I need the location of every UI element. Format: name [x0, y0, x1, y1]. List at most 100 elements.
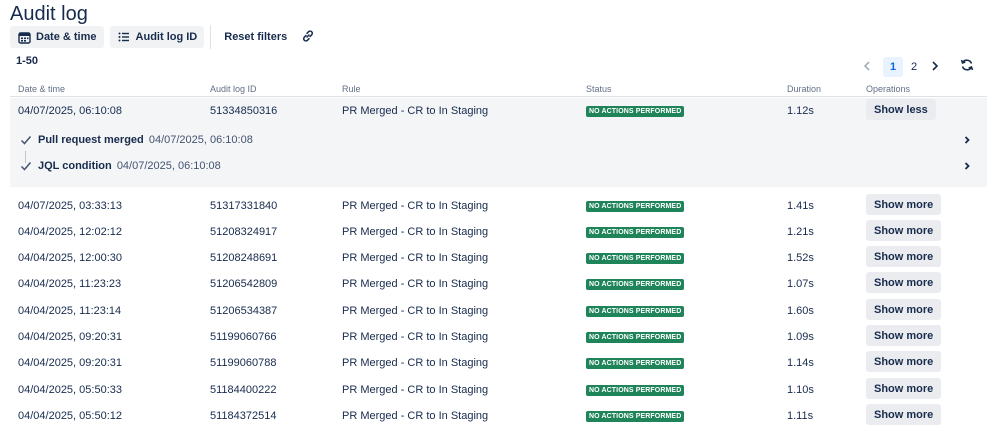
row-rule: PR Merged - CR to In Staging: [342, 357, 489, 369]
row-rule: PR Merged - CR to In Staging: [342, 252, 489, 264]
status-badge: NO ACTIONS PERFORMED: [586, 106, 685, 117]
show-more-button[interactable]: Show more: [866, 378, 942, 399]
chevron-right-icon: [931, 60, 939, 74]
row-date: 04/04/2025, 09:20:31: [18, 357, 122, 369]
show-more-button[interactable]: Show more: [866, 351, 942, 372]
page-1-button[interactable]: 1: [883, 57, 903, 77]
status-badge: NO ACTIONS PERFORMED: [586, 253, 685, 264]
result-range: 1-50: [16, 55, 39, 67]
row-duration: 1.52s: [787, 252, 814, 264]
row-rule: PR Merged - CR to In Staging: [342, 410, 489, 422]
table-row: 04/04/2025, 09:20:31 51199060788 PR Merg…: [10, 350, 987, 376]
row-date: 04/07/2025, 03:33:13: [18, 200, 122, 212]
row-audit-id: 51184400222: [210, 384, 277, 396]
row-duration: 1.10s: [787, 384, 814, 396]
table-row: 04/04/2025, 11:23:23 51206542809 PR Merg…: [10, 271, 987, 297]
row-date: 04/04/2025, 09:20:31: [18, 331, 122, 343]
row-duration: 1.60s: [787, 305, 814, 317]
show-more-button[interactable]: Show more: [866, 246, 942, 267]
toolbar-divider: [210, 25, 212, 49]
table-row: 04/04/2025, 12:02:12 51208324917 PR Merg…: [10, 219, 987, 245]
row-rule: PR Merged - CR to In Staging: [342, 331, 489, 343]
row-rule: PR Merged - CR to In Staging: [342, 226, 489, 238]
page-title: Audit log: [10, 3, 88, 25]
table-row: 04/04/2025, 05:50:33 51184400222 PR Merg…: [10, 377, 987, 403]
row-date: 04/04/2025, 11:23:23: [18, 278, 122, 290]
table-row: 04/07/2025, 03:33:13 51317331840 PR Merg…: [10, 193, 987, 219]
row-audit-id: 51199060766: [210, 331, 277, 343]
status-badge: NO ACTIONS PERFORMED: [586, 201, 685, 212]
chevron-left-icon: [863, 60, 871, 74]
check-icon: [20, 160, 32, 172]
row-rule: PR Merged - CR to In Staging: [342, 278, 489, 290]
row-duration: 1.14s: [787, 357, 814, 369]
next-page-button[interactable]: [925, 57, 945, 77]
status-badge: NO ACTIONS PERFORMED: [586, 227, 685, 238]
row-audit-id: 51208324917: [210, 226, 278, 238]
row-rule: PR Merged - CR to In Staging: [342, 305, 489, 317]
check-icon: [20, 134, 32, 146]
step-name: JQL condition: [38, 160, 112, 172]
status-badge: NO ACTIONS PERFORMED: [586, 306, 685, 317]
show-more-button[interactable]: Show more: [866, 194, 942, 215]
refresh-button[interactable]: [957, 57, 977, 77]
row-date: 04/04/2025, 11:23:14: [18, 305, 122, 317]
show-less-button[interactable]: Show less: [866, 99, 936, 120]
row-audit-id: 51208248691: [210, 252, 278, 264]
show-more-button[interactable]: Show more: [866, 325, 942, 346]
pagination: 1 2: [856, 57, 977, 77]
column-header-operations: Operations: [866, 84, 911, 94]
column-header-date[interactable]: Date & time: [18, 84, 65, 94]
row-date: 04/04/2025, 05:50:33: [18, 384, 122, 396]
reset-filters-button[interactable]: Reset filters: [217, 26, 294, 48]
table-row: 04/04/2025, 09:20:31 51199060766 PR Merg…: [10, 324, 987, 350]
audit-step-item[interactable]: JQL condition 04/07/2025, 06:10:08: [10, 157, 987, 177]
row-date: 04/04/2025, 12:00:30: [18, 252, 122, 264]
status-badge: NO ACTIONS PERFORMED: [586, 279, 685, 290]
status-badge: NO ACTIONS PERFORMED: [586, 411, 685, 422]
row-audit-id: 51317331840: [210, 200, 278, 212]
step-time: 04/07/2025, 06:10:08: [148, 134, 253, 146]
show-more-button[interactable]: Show more: [866, 299, 942, 320]
previous-page-button[interactable]: [857, 57, 877, 77]
show-more-button[interactable]: Show more: [866, 404, 942, 425]
column-header-status[interactable]: Status: [586, 84, 612, 94]
row-audit-id: 51334850316: [210, 105, 278, 117]
copy-link-button[interactable]: [294, 26, 322, 48]
row-date: 04/04/2025, 05:50:12: [18, 410, 122, 422]
column-header-duration[interactable]: Duration: [787, 84, 821, 94]
row-duration: 1.11s: [787, 410, 814, 422]
page-2-button[interactable]: 2: [904, 57, 924, 77]
show-more-button[interactable]: Show more: [866, 220, 942, 241]
row-duration: 1.09s: [787, 331, 814, 343]
audit-log-id-filter-button[interactable]: Audit log ID: [109, 26, 205, 48]
audit-log-id-filter-label: Audit log ID: [135, 31, 198, 43]
row-date: 04/04/2025, 12:02:12: [18, 226, 122, 238]
status-badge: NO ACTIONS PERFORMED: [586, 358, 685, 369]
row-duration: 1.07s: [787, 278, 814, 290]
row-rule: PR Merged - CR to In Staging: [342, 200, 489, 212]
audit-step-item[interactable]: Pull request merged 04/07/2025, 06:10:08: [10, 131, 987, 151]
step-time: 04/07/2025, 06:10:08: [116, 160, 221, 172]
row-audit-id: 51184372514: [210, 410, 277, 422]
chevron-right-icon: [961, 134, 973, 146]
row-rule: PR Merged - CR to In Staging: [342, 105, 489, 117]
refresh-icon: [960, 58, 974, 77]
row-audit-id: 51199060788: [210, 357, 277, 369]
date-time-filter-button[interactable]: Date & time: [10, 26, 104, 48]
row-date: 04/07/2025, 06:10:08: [18, 105, 122, 117]
table-row-expanded: 04/07/2025, 06:10:08 51334850316 PR Merg…: [10, 98, 987, 124]
table-row: 04/04/2025, 05:50:12 51184372514 PR Merg…: [10, 403, 987, 429]
column-header-audit-id[interactable]: Audit log ID: [210, 84, 257, 94]
row-duration: 1.21s: [787, 226, 814, 238]
row-rule: PR Merged - CR to In Staging: [342, 384, 489, 396]
row-audit-id: 51206534387: [210, 305, 278, 317]
chevron-right-icon: [961, 160, 973, 172]
row-duration: 1.41s: [787, 200, 814, 212]
filter-toolbar: Date & time Audit log ID Reset filters: [10, 25, 322, 49]
show-more-button[interactable]: Show more: [866, 272, 942, 293]
column-header-rule[interactable]: Rule: [342, 84, 361, 94]
list-icon: [117, 30, 131, 44]
table-header: Date & time Audit log ID Rule Status Dur…: [10, 81, 987, 97]
table-row: 04/04/2025, 11:23:14 51206534387 PR Merg…: [10, 298, 987, 324]
